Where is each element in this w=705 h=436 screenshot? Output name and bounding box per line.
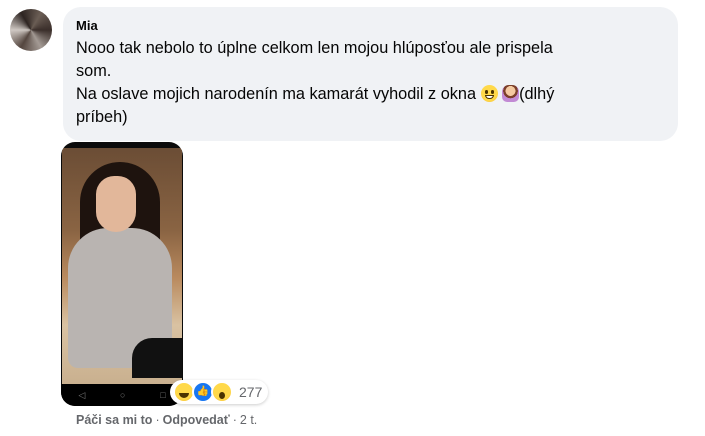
comment-text-line-3: Na oslave mojich narodenín ma kamarát vy… (76, 83, 666, 106)
comment-text-line-3-end: (dlhý (519, 85, 555, 103)
comment-author[interactable]: Mia (76, 18, 666, 34)
avatar[interactable] (10, 9, 52, 51)
photo-legs (132, 338, 182, 378)
grinning-face-emoji-icon (480, 85, 498, 102)
reply-button[interactable]: Odpovedať (163, 413, 230, 427)
like-button[interactable]: Páči sa mi to (76, 413, 152, 427)
reactions-summary[interactable]: 👍 277 (170, 380, 269, 404)
comment-actions: Páči sa mi to · Odpovedať · 2 t. (76, 413, 257, 427)
comment-text-line-2: som. (76, 62, 112, 80)
comment-bubble: Mia Nooo tak nebolo to úplne celkom len … (63, 7, 678, 141)
comment-text-line-1: Nooo tak nebolo to úplne celkom len mojo… (76, 39, 553, 57)
actions-separator-2: · (232, 413, 237, 427)
person-tipping-hand-emoji-icon (502, 85, 520, 102)
photo-scene (62, 148, 182, 384)
comment-text-line-4: príbeh) (76, 108, 128, 126)
phone-nav-bar: ◁ ○ □ (61, 384, 183, 406)
photo-face (96, 176, 136, 232)
comment-photo[interactable]: ◁ ○ □ (61, 142, 183, 406)
actions-separator-1: · (155, 413, 160, 427)
recents-icon: □ (160, 390, 166, 400)
back-icon: ◁ (78, 389, 86, 400)
home-icon: ○ (120, 390, 126, 400)
wow-reaction-icon (211, 381, 233, 403)
reaction-count: 277 (239, 384, 263, 400)
comment-timestamp[interactable]: 2 t. (240, 413, 257, 427)
comment-text-line-3-text: Na oslave mojich narodenín ma kamarát vy… (76, 85, 476, 103)
